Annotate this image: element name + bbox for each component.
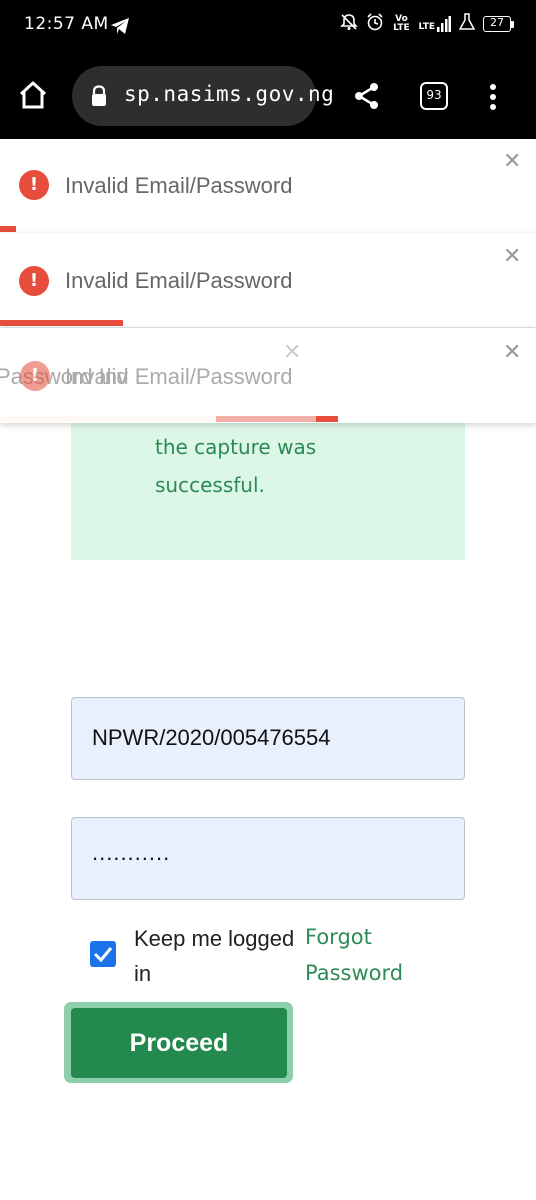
menu-icon[interactable] (488, 83, 498, 115)
error-toast: ! Invalid Email/Password ✕ (0, 139, 536, 233)
toast-message: Invalid Email/Password (65, 173, 293, 198)
toast-message: Invalid Email/Password (65, 364, 293, 389)
proceed-button[interactable]: Proceed (71, 1008, 287, 1078)
forgot-password-link[interactable]: Forgot Password (305, 919, 425, 991)
close-icon[interactable]: ✕ (503, 342, 521, 364)
status-icons: Vo LTE LTE 27 (340, 13, 514, 35)
error-icon: ! (19, 266, 49, 296)
error-toast: ! Invalid Email/Password ✕ (0, 233, 536, 327)
keep-logged-in-checkbox[interactable] (90, 941, 116, 967)
flask-icon (458, 13, 476, 35)
status-time: 12:57 AM (24, 14, 109, 34)
volte-label: Vo LTE (393, 14, 410, 33)
share-icon[interactable] (354, 82, 380, 114)
alarm-icon (366, 13, 384, 35)
toast-progress-bar (0, 226, 17, 232)
toast-message: Invalid Email/Password (65, 268, 293, 293)
lock-icon (90, 85, 108, 111)
tabs-icon[interactable]: 93 (420, 82, 448, 110)
close-icon[interactable]: ✕ (503, 246, 521, 268)
error-icon: ! (19, 170, 49, 200)
password-field[interactable]: ........... (71, 817, 465, 900)
error-toast-animating: Password Inv ! Invalid Email/Password ✕ (0, 328, 316, 423)
address-bar[interactable]: sp.nasims.gov.ng (72, 66, 334, 126)
status-bar: 12:57 AM Vo LTE LTE 27 (0, 0, 536, 52)
url-text: sp.nasims.gov.ng (124, 82, 335, 106)
checkmark-icon (93, 947, 113, 963)
telegram-icon (110, 17, 130, 39)
home-icon[interactable] (18, 80, 48, 114)
signal-icon: LTE (418, 16, 451, 32)
password-value: ........... (92, 840, 171, 865)
browser-toolbar: sp.nasims.gov.ng 93 (0, 52, 536, 139)
battery-icon: 27 (483, 16, 514, 32)
username-field[interactable]: NPWR/2020/005476554 (71, 697, 465, 780)
toast-progress-bar (216, 416, 316, 422)
close-icon[interactable]: ✕ (283, 342, 301, 364)
error-icon: ! (20, 361, 50, 391)
success-message: the capture was successful. (155, 435, 317, 497)
keep-logged-in-label[interactable]: Keep me logged in (134, 921, 312, 991)
mute-icon (340, 13, 359, 35)
close-icon[interactable]: ✕ (503, 151, 521, 173)
battery-level: 27 (483, 16, 511, 32)
username-value: NPWR/2020/005476554 (92, 725, 331, 750)
lte-label: LTE (418, 22, 435, 32)
toast-progress-bar (0, 320, 124, 326)
